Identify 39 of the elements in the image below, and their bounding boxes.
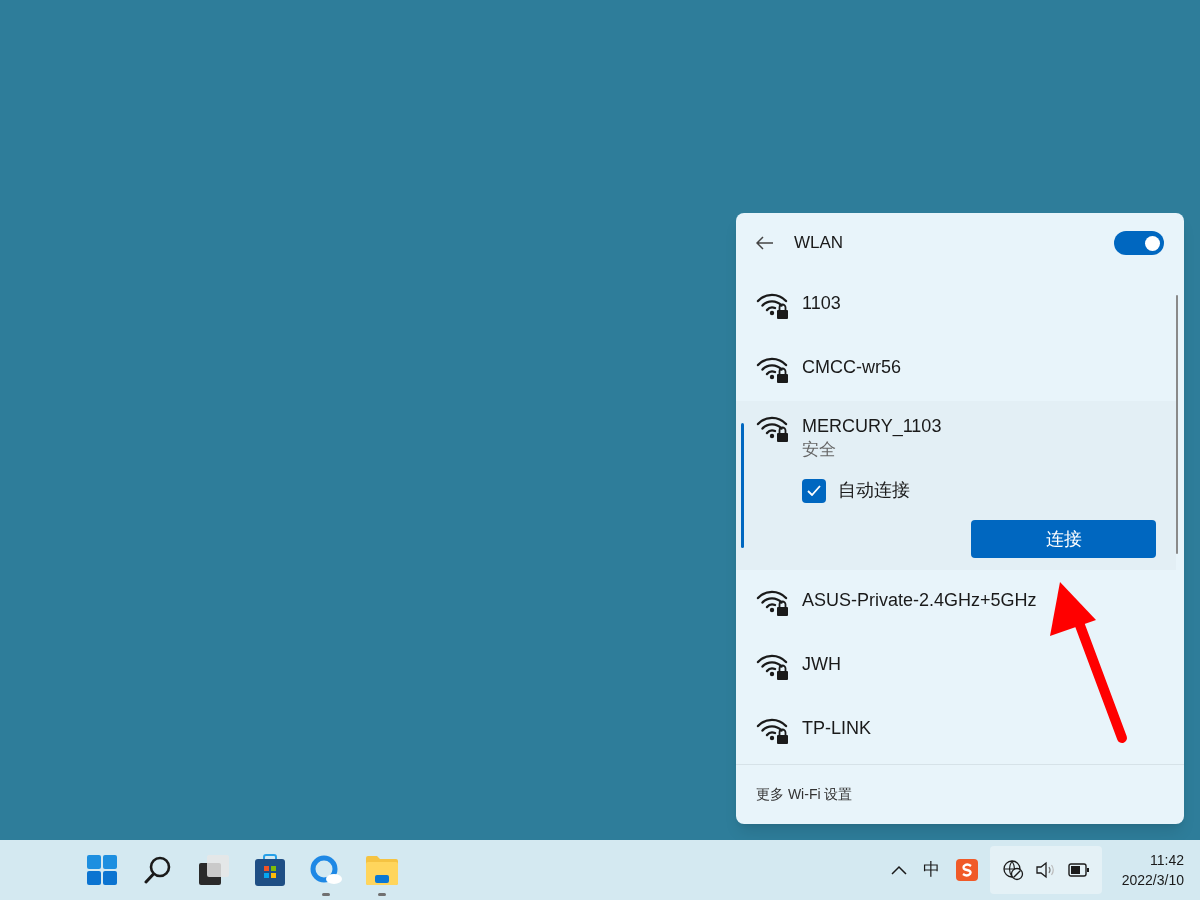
network-item[interactable]: 1103 <box>736 273 1176 337</box>
speaker-icon <box>1035 861 1056 879</box>
running-indicator <box>378 893 386 896</box>
network-name: MERCURY_1103 <box>802 415 942 439</box>
task-view-icon <box>199 855 229 885</box>
network-item[interactable]: TP-LINK <box>736 698 1176 762</box>
checkbox-label: 自动连接 <box>838 479 910 502</box>
network-name: TP-LINK <box>802 717 871 740</box>
chevron-up-icon[interactable] <box>890 865 907 875</box>
scrollbar[interactable] <box>1176 295 1178 554</box>
panel-title: WLAN <box>794 232 844 255</box>
store-bag-icon <box>255 854 285 886</box>
back-arrow-icon[interactable] <box>756 234 774 252</box>
network-name: ASUS-Private-2.4GHz+5GHz <box>802 589 1037 612</box>
checkbox[interactable] <box>802 478 826 503</box>
network-status: 安全 <box>802 439 837 461</box>
network-item[interactable]: JWH <box>736 634 1176 698</box>
network-item[interactable]: MERCURY_1103 安全 自动连接 连接 <box>736 401 1176 570</box>
input-method-indicator[interactable]: 中 <box>918 857 944 883</box>
browser-cloud-icon <box>310 855 342 885</box>
folder-icon <box>366 855 398 885</box>
input-app-s-icon[interactable] <box>955 859 978 881</box>
network-name: JWH <box>802 653 841 676</box>
search-icon <box>144 855 172 885</box>
network-item[interactable]: CMCC-wr56 <box>736 337 1176 401</box>
clock-date[interactable]: 2022/3/10 <box>1121 870 1184 890</box>
more-wifi-settings-link[interactable]: 更多 Wi-Fi 设置 <box>756 784 853 805</box>
wifi-toggle-switch[interactable] <box>1114 231 1164 255</box>
clock-time[interactable]: 11:42 <box>1150 850 1184 870</box>
battery-icon <box>1067 863 1090 877</box>
checkmark-icon <box>807 485 821 496</box>
connect-button[interactable]: 连接 <box>971 520 1156 558</box>
running-indicator <box>322 893 330 896</box>
windows-logo-icon <box>87 855 117 885</box>
globe-blocked-icon <box>1001 859 1024 881</box>
system-tray-group[interactable] <box>989 846 1102 894</box>
network-item[interactable]: ASUS-Private-2.4GHz+5GHz <box>736 570 1176 634</box>
network-name: CMCC-wr56 <box>802 356 901 379</box>
network-name: 1103 <box>802 292 841 315</box>
